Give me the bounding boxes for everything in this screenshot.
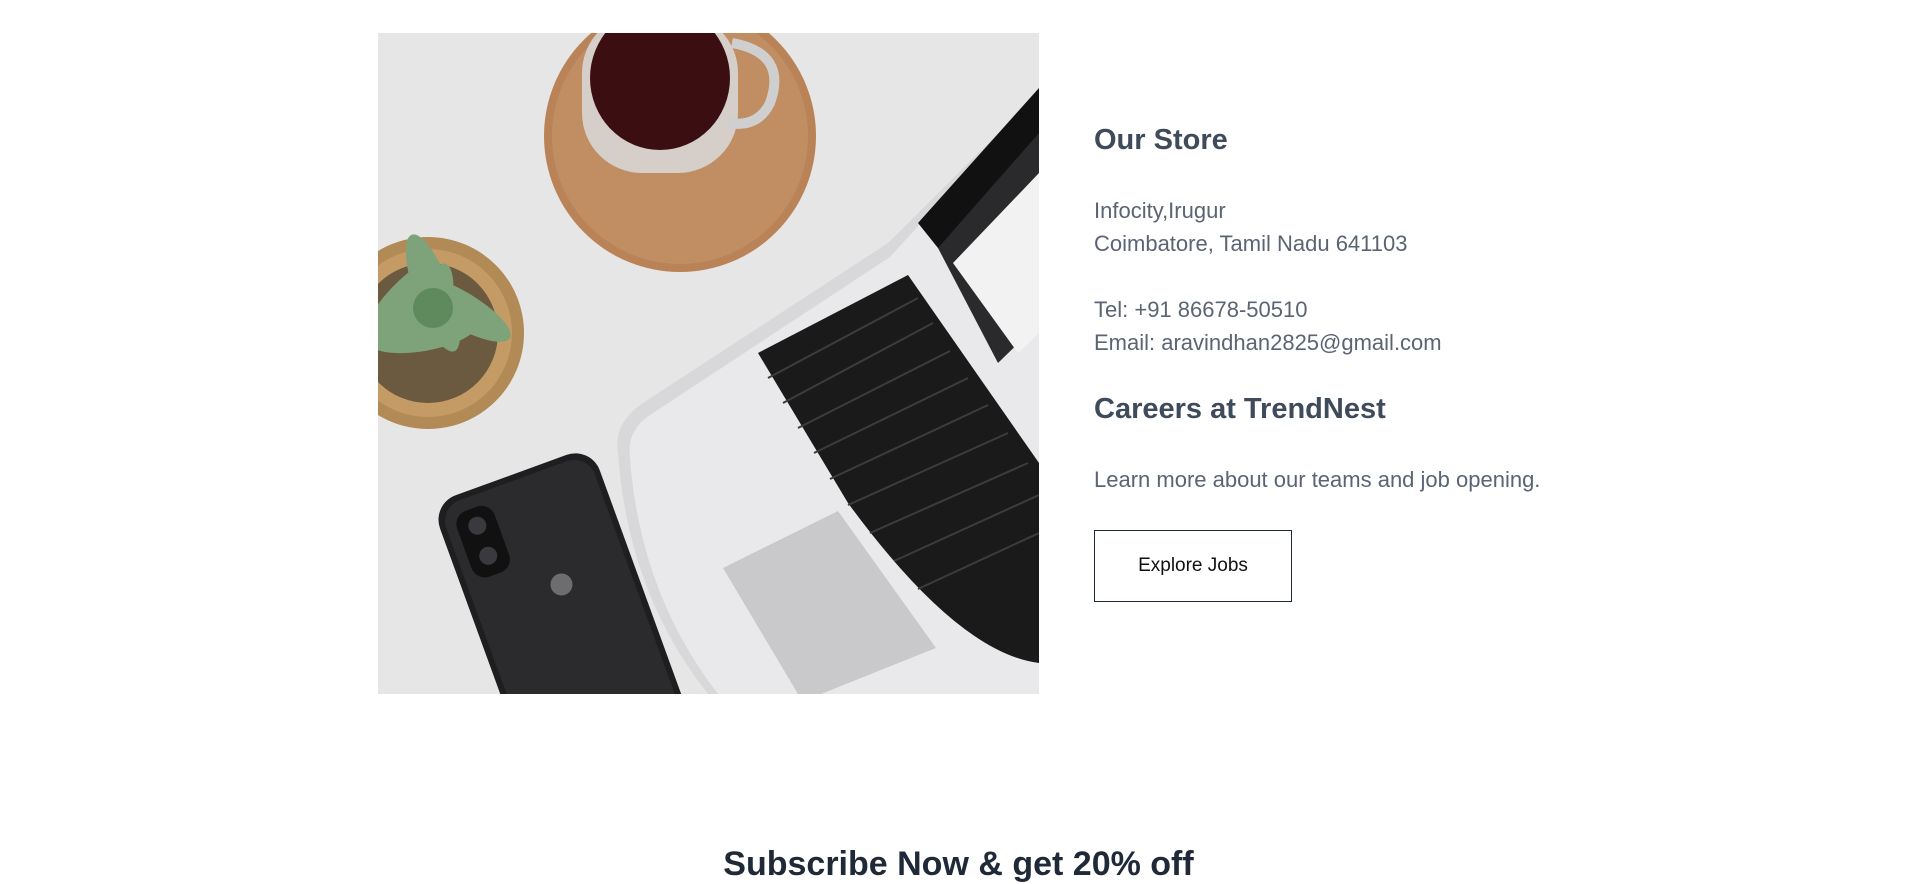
phone-number: Tel: +91 86678-50510	[1094, 297, 1308, 322]
subscribe-heading: Subscribe Now & get 20% off	[723, 845, 1194, 883]
careers-heading: Careers at TrendNest	[1094, 393, 1386, 425]
address-line-1: Infocity,Irugur	[1094, 198, 1226, 223]
email-address: Email: aravindhan2825@gmail.com	[1094, 330, 1442, 355]
store-section: Our Store Infocity,Irugur Coimbatore, Ta…	[0, 0, 1917, 700]
address-line-2: Coimbatore, Tamil Nadu 641103	[1094, 231, 1408, 256]
store-heading: Our Store	[1094, 124, 1228, 156]
careers-description: Learn more about our teams and job openi…	[1094, 467, 1541, 492]
store-photo	[378, 33, 1039, 694]
explore-jobs-button[interactable]: Explore Jobs	[1094, 530, 1292, 602]
